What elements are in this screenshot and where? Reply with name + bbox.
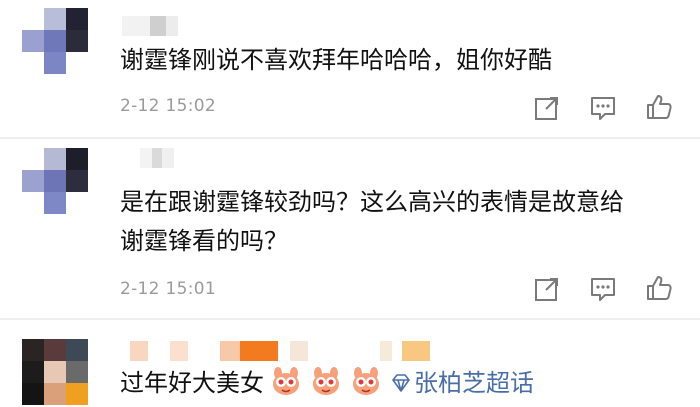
comment-text: 谢霆锋刚说不喜欢拜年哈哈哈，姐你好酷 bbox=[120, 46, 552, 74]
avatar[interactable] bbox=[22, 8, 88, 74]
super-topic-diamond-icon[interactable] bbox=[390, 368, 412, 392]
avatar[interactable] bbox=[22, 148, 88, 214]
comment-icon[interactable] bbox=[588, 274, 618, 304]
share-icon[interactable] bbox=[532, 274, 562, 304]
bunny-heart-emoji bbox=[308, 367, 344, 397]
comment-icon[interactable] bbox=[588, 93, 618, 123]
timestamp: 2-12 15:02 bbox=[120, 96, 216, 116]
username[interactable] bbox=[122, 16, 178, 36]
share-icon[interactable] bbox=[532, 93, 562, 123]
comment-text-line-2: 谢霆锋看的吗？ bbox=[120, 227, 288, 255]
comment-item: 谢霆锋刚说不喜欢拜年哈哈哈，姐你好酷 2-12 15:02 bbox=[0, 0, 700, 137]
comment-text-content: 过年好大美女 bbox=[120, 369, 264, 397]
bunny-heart-emoji bbox=[268, 367, 304, 397]
bunny-heart-emoji bbox=[348, 367, 384, 397]
avatar[interactable] bbox=[22, 339, 88, 405]
thumbs-up-icon[interactable] bbox=[644, 92, 674, 122]
comment-text-line-1: 是在跟谢霆锋较劲吗？这么高兴的表情是故意给 bbox=[120, 188, 624, 216]
comment-text: 过年好大美女 张柏芝超话 bbox=[120, 365, 534, 401]
super-topic-link[interactable]: 张柏芝超话 bbox=[414, 369, 534, 397]
username[interactable] bbox=[140, 148, 174, 168]
comment-item: 过年好大美女 张柏芝超话 bbox=[0, 319, 700, 405]
username[interactable] bbox=[130, 341, 430, 361]
thumbs-up-icon[interactable] bbox=[644, 273, 674, 303]
comment-item: 是在跟谢霆锋较劲吗？这么高兴的表情是故意给 谢霆锋看的吗？ 2-12 15:01 bbox=[0, 138, 700, 318]
timestamp: 2-12 15:01 bbox=[120, 279, 216, 299]
